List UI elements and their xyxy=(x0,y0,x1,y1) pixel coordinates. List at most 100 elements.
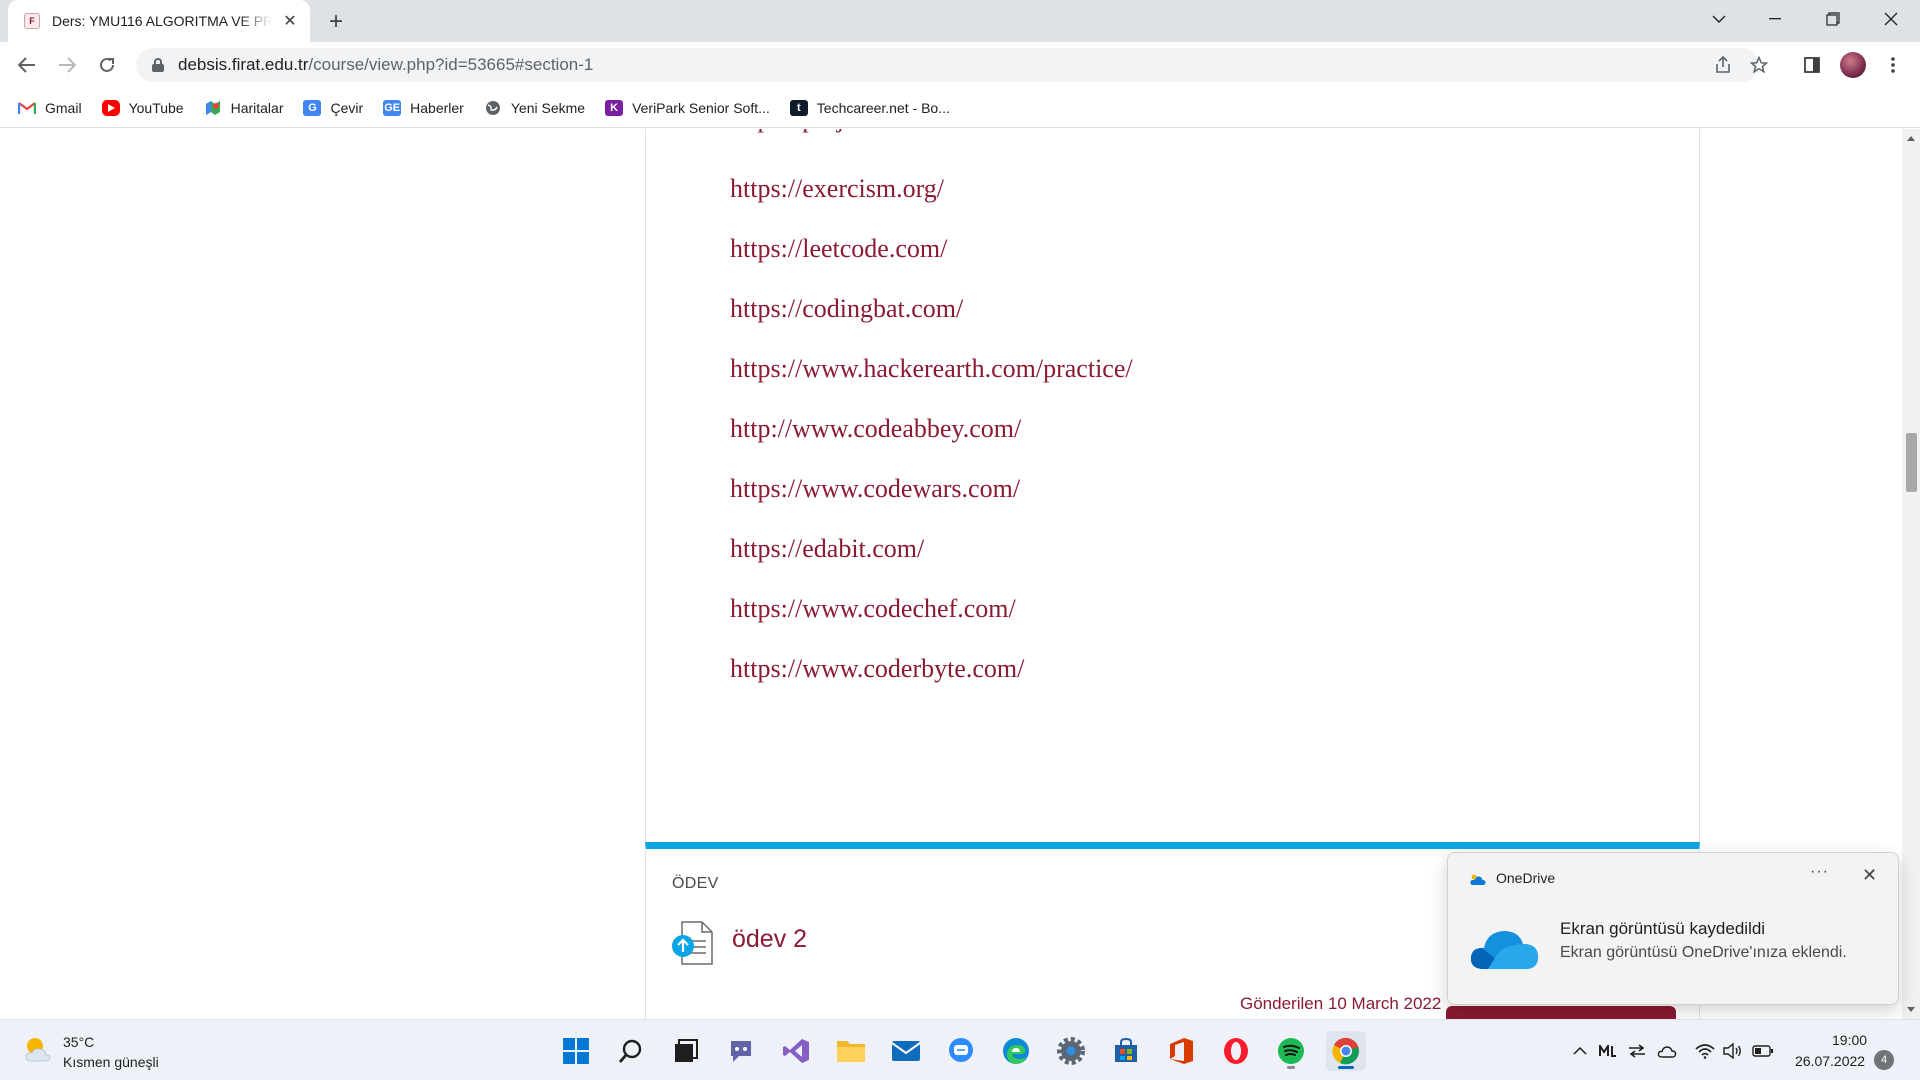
clock-date[interactable]: 26.07.2022 xyxy=(1795,1053,1865,1069)
resource-link[interactable]: https://www.hackerearth.com/practice/ xyxy=(730,339,1133,399)
browser-toolbar: debsis.firat.edu.tr/course/view.php?id=5… xyxy=(0,42,1920,88)
bookmark-gmail[interactable]: Gmail xyxy=(18,100,82,116)
onedrive-small-icon xyxy=(1470,873,1486,885)
bookmarks-bar: Gmail YouTube Haritalar G Çevir GE Haber… xyxy=(0,88,1920,128)
bookmark-label: Çevir xyxy=(330,99,364,116)
forward-button[interactable] xyxy=(53,51,81,79)
lock-icon[interactable] xyxy=(152,58,164,72)
resource-link[interactable]: https://www.coderbyte.com/ xyxy=(730,639,1133,699)
store-icon[interactable] xyxy=(1106,1031,1146,1071)
bookmark-cevir[interactable]: G Çevir xyxy=(303,99,364,116)
search-icon[interactable] xyxy=(611,1031,651,1071)
resource-link[interactable]: https://www.codewars.com/ xyxy=(730,459,1133,519)
close-window-button[interactable] xyxy=(1869,0,1913,38)
edge-icon[interactable] xyxy=(996,1031,1036,1071)
toast-close-icon[interactable]: ✕ xyxy=(1862,865,1877,886)
battery-icon[interactable] xyxy=(1752,1040,1774,1062)
resource-link[interactable]: https://exercism.org/ xyxy=(730,159,1133,219)
opera-icon[interactable] xyxy=(1216,1031,1256,1071)
bookmark-veripark[interactable]: K VeriPark Senior Soft... xyxy=(605,99,770,116)
browser-tab[interactable]: F Ders: YMU116 ALGORITMA VE PROGRAMLAMA … xyxy=(8,0,310,42)
status-button[interactable] xyxy=(1446,1006,1676,1019)
toast-body: Ekran görüntüsü OneDrive'ınıza eklendi. xyxy=(1560,944,1847,961)
spotify-icon[interactable] xyxy=(1271,1031,1311,1071)
bookmark-techcareer[interactable]: t Techcareer.net - Bo... xyxy=(789,99,950,116)
more-menu-icon[interactable] xyxy=(1879,51,1907,79)
site-favicon-icon: F xyxy=(24,13,40,29)
clock-time[interactable]: 19:00 xyxy=(1832,1032,1867,1048)
settings-icon[interactable] xyxy=(1051,1031,1091,1071)
weather-temperature[interactable]: 35°C xyxy=(63,1034,94,1050)
show-hidden-icons-icon[interactable] xyxy=(1569,1040,1591,1062)
tab-close-icon[interactable]: ✕ xyxy=(280,11,300,31)
news-icon: GE xyxy=(383,99,402,116)
resource-link[interactable]: http://www.codeabbey.com/ xyxy=(730,399,1133,459)
bookmark-yeni-sekme[interactable]: Yeni Sekme xyxy=(484,100,585,116)
toast-app-name: OneDrive xyxy=(1496,870,1556,886)
office-icon[interactable] xyxy=(1161,1031,1201,1071)
bookmark-star-icon[interactable] xyxy=(1749,55,1769,75)
windows-start-icon[interactable] xyxy=(556,1031,596,1071)
bookmark-haritalar[interactable]: Haritalar xyxy=(204,100,283,116)
mi-tray-icon[interactable] xyxy=(1597,1040,1619,1062)
mail-icon[interactable] xyxy=(886,1031,926,1071)
youtube-icon xyxy=(101,99,120,116)
teams-chat-icon[interactable] xyxy=(721,1031,761,1071)
share-icon[interactable] xyxy=(1713,55,1733,75)
messenger-icon[interactable] xyxy=(941,1031,981,1071)
bookmark-label: Yeni Sekme xyxy=(510,99,586,116)
task-view-icon[interactable] xyxy=(666,1031,706,1071)
bookmark-haberler[interactable]: GE Haberler xyxy=(383,99,464,116)
running-indicator xyxy=(1287,1066,1295,1069)
chevron-down-icon[interactable] xyxy=(1697,0,1741,38)
restore-button[interactable] xyxy=(1811,0,1855,38)
resource-link[interactable]: https://edabit.com/ xyxy=(730,519,1133,579)
taskbar: 35°C Kısmen güneşli 19:00 26.07.2022 4 xyxy=(0,1019,1920,1080)
weather-partly-sunny-icon[interactable] xyxy=(22,1033,54,1065)
minimize-button[interactable] xyxy=(1753,0,1797,38)
more-options-icon[interactable]: ··· xyxy=(1810,863,1829,881)
assignment-link[interactable]: ödev 2 xyxy=(732,925,807,954)
volume-icon[interactable] xyxy=(1722,1040,1744,1062)
new-tab-button[interactable]: + xyxy=(322,8,350,36)
resource-link[interactable]: https://leetcode.com/ xyxy=(730,219,1133,279)
chrome-icon[interactable] xyxy=(1326,1031,1366,1071)
k-icon: K xyxy=(605,99,624,116)
file-explorer-icon[interactable] xyxy=(831,1031,871,1071)
clipped-link: https://projecteuler.net/ xyxy=(730,129,970,149)
sync-tray-icon[interactable] xyxy=(1626,1040,1648,1062)
url-text: debsis.firat.edu.tr/course/view.php?id=5… xyxy=(178,55,594,74)
bookmark-label: Techcareer.net - Bo... xyxy=(816,99,950,116)
tab-strip: F Ders: YMU116 ALGORITMA VE PROGRAMLAMA … xyxy=(0,0,1920,42)
scroll-down-icon[interactable] xyxy=(1907,1007,1915,1012)
submitted-prefix: Gönderilen xyxy=(1240,994,1324,1013)
translate-icon: G xyxy=(303,99,322,116)
onedrive-tray-icon[interactable] xyxy=(1656,1040,1678,1062)
resource-link[interactable]: https://www.codechef.com/ xyxy=(730,579,1133,639)
notification-badge[interactable]: 4 xyxy=(1874,1050,1894,1070)
onedrive-notification[interactable]: OneDrive ··· ✕ Ekran görüntüsü kaydedild… xyxy=(1447,852,1899,1005)
gmail-icon xyxy=(18,100,36,116)
page-scrollbar[interactable] xyxy=(1902,129,1920,1019)
wifi-icon[interactable] xyxy=(1694,1040,1716,1062)
bookmark-youtube[interactable]: YouTube xyxy=(101,99,184,116)
back-button[interactable] xyxy=(13,51,41,79)
bookmark-label: VeriPark Senior Soft... xyxy=(632,99,770,116)
scroll-up-icon[interactable] xyxy=(1907,136,1915,141)
scroll-thumb[interactable] xyxy=(1906,433,1917,492)
profile-avatar[interactable] xyxy=(1839,51,1867,79)
toast-title: Ekran görüntüsü kaydedildi xyxy=(1560,919,1766,938)
tab-title: Ders: YMU116 ALGORITMA VE PROGRAMLAMA xyxy=(52,13,272,29)
reload-button[interactable] xyxy=(93,51,121,79)
side-panel-icon[interactable] xyxy=(1798,51,1826,79)
link-list: https://exercism.org/ https://leetcode.c… xyxy=(730,159,1133,699)
weather-description[interactable]: Kısmen güneşli xyxy=(63,1054,159,1070)
address-bar[interactable]: debsis.firat.edu.tr/course/view.php?id=5… xyxy=(136,48,1768,82)
visual-studio-icon[interactable] xyxy=(776,1031,816,1071)
active-indicator xyxy=(1338,1066,1354,1069)
resource-link[interactable]: https://codingbat.com/ xyxy=(730,279,1133,339)
globe-icon xyxy=(484,100,502,116)
techcareer-icon: t xyxy=(789,99,808,116)
maps-icon xyxy=(204,100,222,116)
submitted-date: 10 March 2022 xyxy=(1327,994,1442,1013)
